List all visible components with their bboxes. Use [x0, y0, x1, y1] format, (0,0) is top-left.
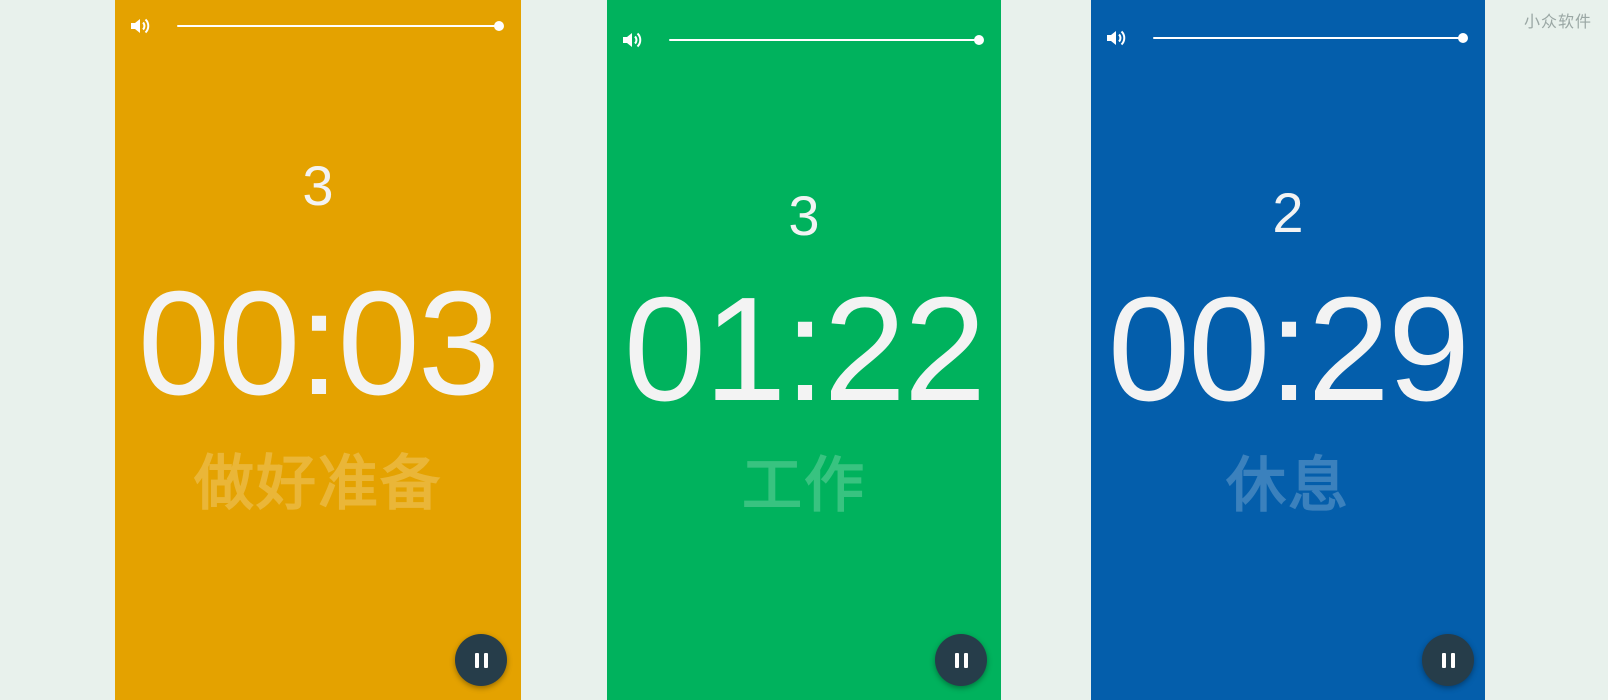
countdown-time: 01:22 [623, 267, 986, 432]
volume-slider-track[interactable] [1153, 33, 1468, 43]
phase-label: 休息 [1226, 451, 1350, 521]
watermark-text: 小众软件 [1523, 12, 1592, 31]
pause-icon [1441, 652, 1455, 668]
volume-slider-thumb[interactable] [974, 35, 984, 45]
timer-screen-rest: 2 00:29 休息 [1091, 0, 1485, 700]
speaker-icon[interactable] [1105, 28, 1129, 48]
volume-slider-track[interactable] [177, 21, 504, 31]
speaker-icon[interactable] [129, 16, 153, 36]
pause-button[interactable] [455, 634, 507, 686]
volume-slider-track[interactable] [669, 35, 984, 45]
pause-icon [474, 652, 488, 668]
pause-button[interactable] [1422, 634, 1474, 686]
round-counter: 3 [302, 154, 334, 217]
countdown-time: 00:29 [1107, 267, 1470, 432]
phase-label: 工作 [742, 451, 866, 521]
volume-control[interactable] [607, 28, 1001, 52]
countdown-time: 00:03 [137, 261, 500, 426]
speaker-icon[interactable] [621, 30, 645, 50]
round-counter: 3 [788, 184, 820, 247]
phase-label: 做好准备 [194, 449, 442, 519]
volume-slider-thumb[interactable] [494, 21, 504, 31]
timer-screen-prepare: 3 00:03 做好准备 [115, 0, 521, 700]
round-counter: 2 [1272, 181, 1304, 244]
timer-screen-work: 3 01:22 工作 [607, 0, 1001, 700]
pause-button[interactable] [935, 634, 987, 686]
volume-slider-thumb[interactable] [1458, 33, 1468, 43]
pause-icon [954, 652, 968, 668]
volume-control[interactable] [1091, 26, 1485, 50]
volume-control[interactable] [115, 14, 521, 38]
